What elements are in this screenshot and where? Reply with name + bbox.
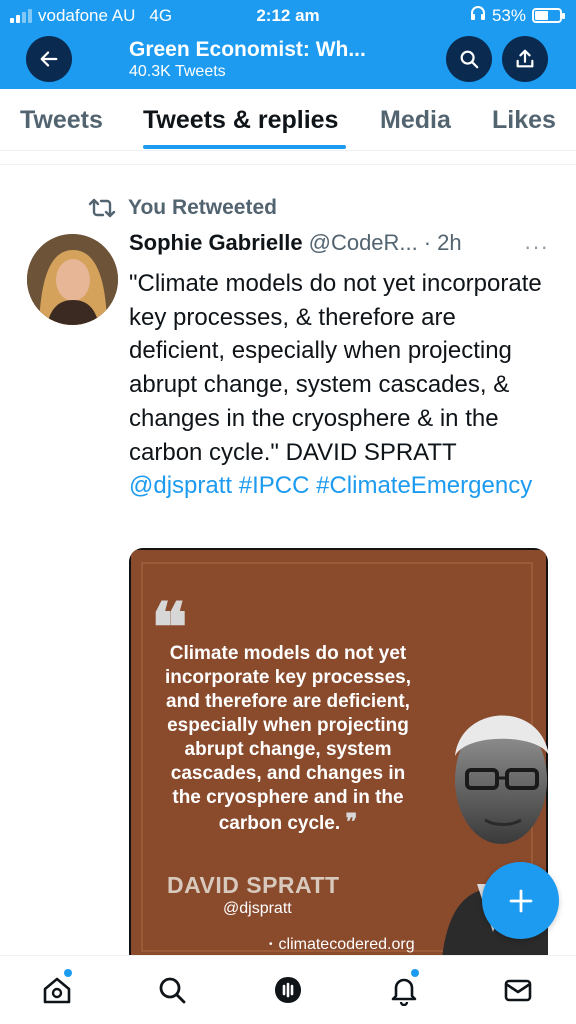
search-button[interactable]	[446, 36, 492, 82]
home-icon	[43, 977, 71, 1004]
plus-icon	[509, 889, 532, 912]
tab-likes[interactable]: Likes	[492, 106, 556, 135]
tweet-time[interactable]: 2h	[437, 230, 461, 256]
media-author: DAVID SPRATT	[167, 872, 340, 898]
author-name[interactable]: Sophie Gabrielle	[129, 230, 303, 256]
profile-title: Green Economist: Wh...	[129, 38, 366, 61]
status-right: 53%	[470, 5, 565, 26]
retweet-label: You Retweeted	[128, 196, 277, 219]
tab-tweets[interactable]: Tweets	[20, 106, 103, 135]
search-icon	[159, 977, 186, 1004]
hashtag-link[interactable]: #ClimateEmergency	[316, 472, 532, 499]
tweet-text: "Climate models do not yet incorporate k…	[129, 267, 549, 503]
status-bar: vodafone AU 4G 2:12 am 53%	[0, 0, 576, 30]
home-notification-dot	[64, 969, 72, 977]
media-site: climatecodered.org	[269, 936, 415, 954]
app-header: vodafone AU 4G 2:12 am 53% Green Economi…	[0, 0, 576, 89]
mail-icon	[504, 979, 532, 1002]
spaces-icon	[275, 977, 301, 1003]
battery-fill	[535, 11, 548, 20]
nav-search[interactable]	[152, 970, 192, 1010]
more-options-icon[interactable]: ···	[524, 234, 549, 260]
nav-messages[interactable]	[498, 970, 538, 1010]
nav-spaces[interactable]	[268, 970, 308, 1010]
tab-media[interactable]: Media	[380, 106, 451, 135]
avatar[interactable]	[27, 234, 118, 325]
nav-notifications[interactable]	[384, 970, 424, 1010]
search-icon	[460, 50, 479, 69]
notifications-dot	[411, 969, 419, 977]
avatar-photo	[27, 234, 118, 325]
mention-link[interactable]: @djspratt	[129, 472, 232, 499]
tweet-header: Sophie Gabrielle @CodeR... · 2h	[129, 230, 462, 256]
retweet-context: You Retweeted	[88, 196, 277, 220]
divider	[0, 164, 576, 170]
bell-icon	[391, 978, 417, 1006]
media-author-handle: @djspratt	[223, 900, 292, 917]
retweet-icon	[88, 198, 116, 218]
media-quote: Climate models do not yet incorporate ke…	[159, 642, 417, 836]
compose-tweet-button[interactable]	[482, 862, 559, 939]
headphones-icon	[470, 5, 486, 26]
battery-percent: 53%	[491, 5, 526, 25]
hashtag-link[interactable]: #IPCC	[239, 472, 310, 499]
tweet-count: 40.3K Tweets	[129, 63, 226, 80]
bottom-navigation	[0, 955, 576, 1024]
tab-tweets-and-replies[interactable]: Tweets & replies	[143, 106, 338, 135]
author-handle[interactable]: @CodeR...	[309, 230, 418, 256]
active-tab-indicator	[143, 145, 346, 149]
nav-home[interactable]	[37, 970, 77, 1010]
tweet-body: "Climate models do not yet incorporate k…	[129, 270, 542, 466]
battery-icon	[532, 8, 565, 23]
arrow-left-icon	[40, 51, 58, 67]
separator-dot: ·	[423, 230, 432, 255]
back-button[interactable]	[26, 36, 72, 82]
profile-tabs: Tweets Tweets & replies Media Likes	[0, 89, 576, 151]
share-button[interactable]	[502, 36, 548, 82]
media-quote-text: Climate models do not yet incorporate ke…	[164, 643, 412, 834]
share-icon	[516, 49, 534, 68]
close-quote-icon: ❞	[345, 809, 358, 835]
